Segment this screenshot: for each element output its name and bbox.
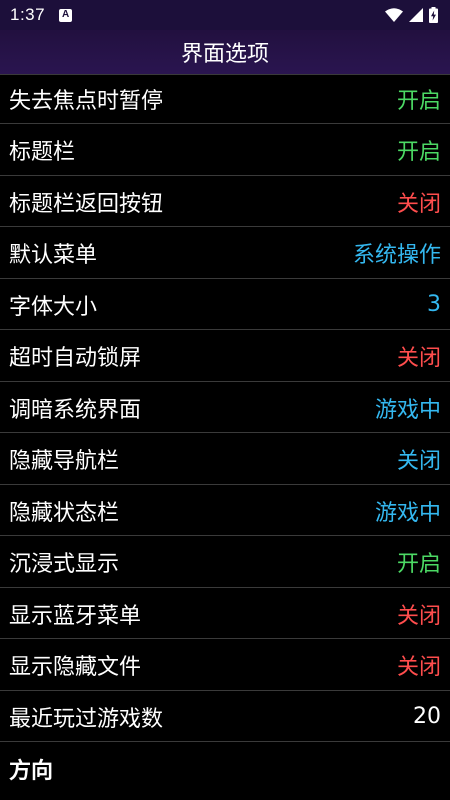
section-label: 方向: [9, 758, 54, 784]
settings-row[interactable]: 标题栏返回按钮 关闭: [0, 177, 450, 227]
settings-row-label: 调暗系统界面: [9, 397, 142, 423]
settings-row[interactable]: 显示蓝牙菜单 关闭: [0, 589, 450, 639]
status-time: 1:37: [10, 5, 46, 24]
settings-row[interactable]: 字体大小 3: [0, 280, 450, 330]
notification-letter: A: [61, 9, 70, 20]
settings-row-label: 沉浸式显示: [9, 552, 120, 577]
settings-row-label: 显示隐藏文件: [9, 655, 142, 680]
settings-row-value: 关闭: [396, 449, 441, 474]
settings-row-label: 超时自动锁屏: [9, 346, 142, 371]
settings-row[interactable]: 调暗系统界面 游戏中: [0, 383, 450, 433]
settings-row-value: 关闭: [396, 603, 441, 629]
settings-row-value: 游戏中: [374, 397, 441, 423]
battery-charging-icon: [429, 7, 438, 23]
section-header-orientation: 方向: [0, 744, 450, 794]
notification-a-icon: A: [59, 8, 73, 22]
settings-row-value: 20: [413, 704, 441, 729]
settings-row[interactable]: 最近玩过游戏数 20: [0, 692, 450, 742]
settings-row-value: 3: [427, 292, 441, 317]
settings-row[interactable]: 超时自动锁屏 关闭: [0, 332, 450, 382]
settings-row-value: 关闭: [396, 191, 441, 217]
settings-row[interactable]: 标题栏 开启: [0, 126, 450, 176]
settings-row-label: 最近玩过游戏数: [9, 706, 164, 732]
settings-row[interactable]: 隐藏导航栏 关闭: [0, 435, 450, 485]
settings-row-value: 系统操作: [352, 243, 441, 268]
settings-row-value: 开启: [396, 140, 441, 165]
settings-row[interactable]: 隐藏状态栏 游戏中: [0, 486, 450, 536]
settings-row-label: 失去焦点时暂停: [9, 89, 164, 114]
settings-list: 失去焦点时暂停 开启 标题栏 开启 标题栏返回按钮 关闭 默认菜单 系统操作 字体大小 3 超时自动…: [0, 74, 450, 794]
wifi-icon: [385, 8, 403, 22]
settings-row-label: 标题栏返回按钮: [9, 191, 164, 217]
settings-row[interactable]: 沉浸式显示 开启: [0, 538, 450, 588]
settings-row-label: 标题栏: [9, 140, 76, 165]
settings-row-label: 隐藏导航栏: [9, 449, 120, 474]
settings-row-label: 字体大小: [9, 294, 98, 320]
settings-row-label: 显示蓝牙菜单: [9, 603, 142, 629]
settings-row-label: 默认菜单: [9, 243, 98, 268]
signal-icon: [409, 8, 423, 22]
settings-row-label: 隐藏状态栏: [9, 500, 120, 526]
settings-row-value: 关闭: [396, 346, 441, 371]
page-title: 界面选项: [180, 42, 269, 67]
status-bar: 1:37 A: [0, 0, 450, 30]
settings-row[interactable]: 失去焦点时暂停 开启: [0, 74, 450, 124]
settings-row-value: 开启: [396, 552, 441, 577]
settings-row-value: 关闭: [396, 655, 441, 680]
title-bar: 界面选项: [0, 30, 450, 74]
status-icons: [385, 7, 438, 23]
settings-row[interactable]: 默认菜单 系统操作: [0, 229, 450, 279]
settings-row[interactable]: 显示隐藏文件 关闭: [0, 641, 450, 691]
settings-row-value: 开启: [396, 89, 441, 114]
settings-row-value: 游戏中: [374, 500, 441, 526]
